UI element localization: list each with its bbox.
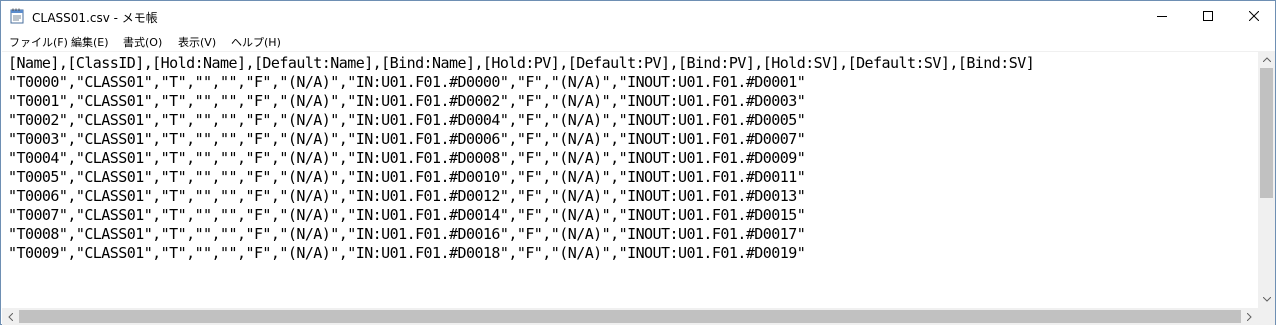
text-line-header: [Name],[ClassID],[Hold:Name],[Default:Na… xyxy=(8,54,1035,72)
notepad-icon[interactable] xyxy=(10,8,24,24)
text-line: "T0006","CLASS01","T","","","F","(N/A)",… xyxy=(8,187,806,205)
vertical-scroll-thumb[interactable] xyxy=(1260,68,1273,198)
scroll-right-icon[interactable] xyxy=(1241,308,1258,325)
text-line: "T0002","CLASS01","T","","","F","(N/A)",… xyxy=(8,111,806,129)
title-bar[interactable]: CLASS01.csv - メモ帳 xyxy=(1,1,1275,31)
menu-bar: ファイル(F) 編集(E) 書式(O) 表示(V) ヘルプ(H) xyxy=(1,31,1275,51)
horizontal-scrollbar[interactable] xyxy=(2,308,1258,325)
minimize-button[interactable] xyxy=(1139,1,1185,31)
scrollbar-corner xyxy=(1258,308,1275,325)
text-line: "T0000","CLASS01","T","","","F","(N/A)",… xyxy=(8,73,806,91)
maximize-icon xyxy=(1203,11,1213,21)
minimize-icon xyxy=(1157,16,1167,17)
text-line: "T0007","CLASS01","T","","","F","(N/A)",… xyxy=(8,206,806,224)
menu-format[interactable]: 書式(O) xyxy=(123,34,162,50)
menu-view[interactable]: 表示(V) xyxy=(178,34,216,50)
close-button[interactable] xyxy=(1231,1,1276,31)
scroll-up-icon[interactable] xyxy=(1258,51,1275,68)
notepad-window: CLASS01.csv - メモ帳 ファイル(F) 編集(E) 書式(O) 表示… xyxy=(0,0,1276,325)
text-line: "T0003","CLASS01","T","","","F","(N/A)",… xyxy=(8,130,806,148)
text-line: "T0009","CLASS01","T","","","F","(N/A)",… xyxy=(8,244,806,262)
menu-help[interactable]: ヘルプ(H) xyxy=(231,34,281,50)
text-line: "T0001","CLASS01","T","","","F","(N/A)",… xyxy=(8,92,806,110)
vertical-scrollbar[interactable] xyxy=(1258,51,1275,308)
scroll-down-icon[interactable] xyxy=(1258,291,1275,308)
horizontal-scroll-thumb[interactable] xyxy=(19,310,1241,323)
text-line: "T0008","CLASS01","T","","","F","(N/A)",… xyxy=(8,225,806,243)
text-editor[interactable]: [Name],[ClassID],[Hold:Name],[Default:Na… xyxy=(2,51,1258,309)
text-line: "T0005","CLASS01","T","","","F","(N/A)",… xyxy=(8,168,806,186)
menu-file[interactable]: ファイル(F) xyxy=(9,34,68,50)
menu-edit[interactable]: 編集(E) xyxy=(71,34,109,50)
window-title: CLASS01.csv - メモ帳 xyxy=(32,11,158,25)
scroll-left-icon[interactable] xyxy=(2,308,19,325)
maximize-button[interactable] xyxy=(1185,1,1231,31)
close-icon xyxy=(1249,11,1259,21)
text-line: "T0004","CLASS01","T","","","F","(N/A)",… xyxy=(8,149,806,167)
